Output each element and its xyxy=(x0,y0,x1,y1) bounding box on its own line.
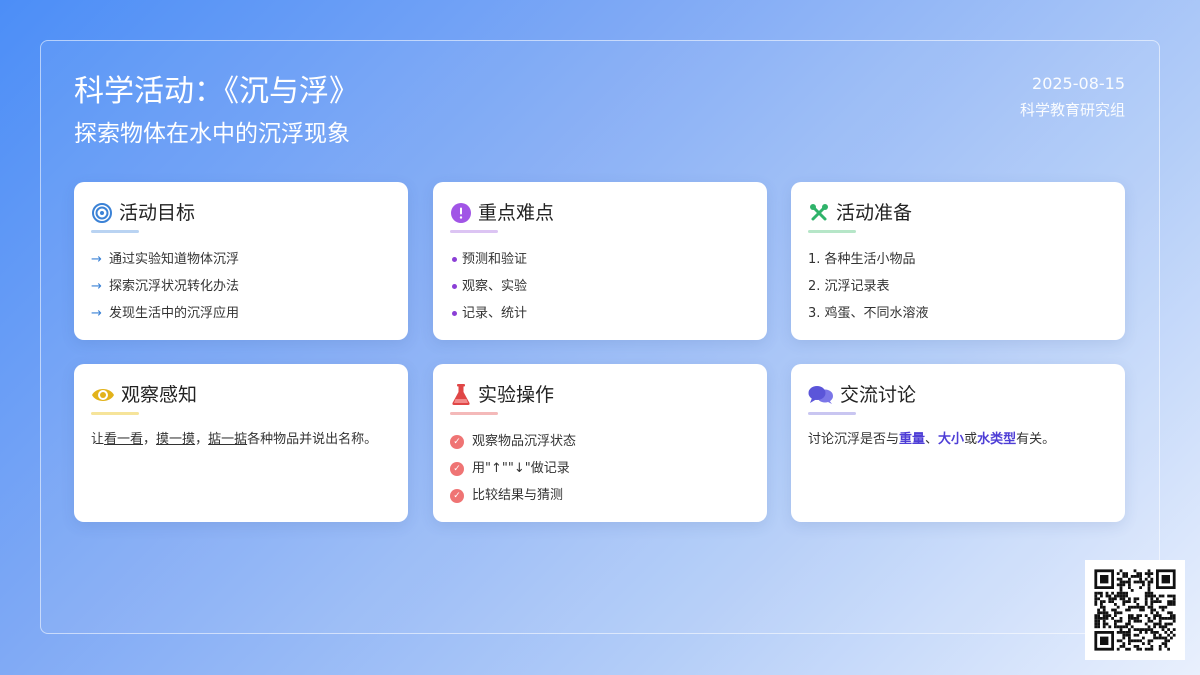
card-observe: 观察感知 让看一看，摸一摸，掂一掂各种物品并说出名称。 xyxy=(74,364,408,522)
list-item-text: 通过实验知道物体沉浮 xyxy=(109,251,240,267)
list-item: 1. 各种生活小物品 xyxy=(808,246,929,273)
list-item-text: 观察、实验 xyxy=(462,278,528,294)
card-experiment: 实验操作 ✓ 观察物品沉浮状态 ✓ 用"↑""↓"做记录 ✓ 比较结果与猜测 xyxy=(433,364,767,522)
bullet-dot-icon xyxy=(450,257,462,262)
list-item: 记录、统计 xyxy=(450,300,527,327)
eye-icon xyxy=(91,384,115,406)
title-underline xyxy=(450,230,498,233)
card-header: 观察感知 xyxy=(91,383,197,407)
list-item-text: 观察物品沉浮状态 xyxy=(472,433,577,449)
organization-label: 科学教育研究组 xyxy=(1019,101,1125,119)
title-underline xyxy=(808,230,856,233)
observe-text: 让看一看，摸一摸，掂一掂各种物品并说出名称。 xyxy=(91,432,378,447)
experiment-list: ✓ 观察物品沉浮状态 ✓ 用"↑""↓"做记录 ✓ 比较结果与猜测 xyxy=(450,428,576,509)
title-underline xyxy=(91,412,139,415)
bullet-dot-icon xyxy=(450,311,462,316)
card-header: 重点难点 xyxy=(450,201,554,225)
card-header: 交流讨论 xyxy=(808,383,916,407)
card-title: 实验操作 xyxy=(478,384,555,406)
card-title: 观察感知 xyxy=(121,384,198,406)
bullet-dot-icon xyxy=(450,284,462,289)
page-title: 科学活动：《沉与浮》 xyxy=(74,74,359,109)
highlight-term: 大小 xyxy=(938,432,965,447)
list-item-text: 用"↑""↓"做记录 xyxy=(472,460,570,476)
check-circle-icon: ✓ xyxy=(450,461,464,476)
list-item-text: 3. 鸡蛋、不同水溶液 xyxy=(808,305,929,321)
card-header: 活动目标 xyxy=(91,201,195,225)
underlined-phrase: 掂一掂 xyxy=(208,432,248,447)
list-item: ✓ 比较结果与猜测 xyxy=(450,482,576,509)
highlight-term: 重量 xyxy=(899,432,926,447)
qr-code-icon[interactable] xyxy=(1085,560,1185,660)
flask-icon xyxy=(450,384,472,406)
card-title: 重点难点 xyxy=(478,202,555,224)
card-goals: 活动目标 → 通过实验知道物体沉浮 → 探索沉浮状况转化办法 → 发现生活中的沉浮应用 xyxy=(74,182,408,340)
tools-icon xyxy=(808,202,830,224)
list-item: → 发现生活中的沉浮应用 xyxy=(91,300,239,327)
card-title: 活动准备 xyxy=(836,202,913,224)
list-item: ✓ 观察物品沉浮状态 xyxy=(450,428,576,455)
title-underline xyxy=(91,230,139,233)
discussion-text: 讨论沉浮是否与重量、大小或水类型有关。 xyxy=(808,432,1056,447)
list-item: → 探索沉浮状况转化办法 xyxy=(91,273,239,300)
arrow-right-icon: → xyxy=(91,278,102,294)
card-title: 活动目标 xyxy=(119,202,196,224)
card-discussion: 交流讨论 讨论沉浮是否与重量、大小或水类型有关。 xyxy=(791,364,1125,522)
list-item: 预测和验证 xyxy=(450,246,527,273)
list-item: → 通过实验知道物体沉浮 xyxy=(91,246,239,273)
goals-list: → 通过实验知道物体沉浮 → 探索沉浮状况转化办法 → 发现生活中的沉浮应用 xyxy=(91,246,239,327)
title-underline xyxy=(450,412,498,415)
list-item-text: 2. 沉浮记录表 xyxy=(808,278,890,294)
list-item-text: 比较结果与猜测 xyxy=(472,487,564,503)
list-item-text: 发现生活中的沉浮应用 xyxy=(109,305,240,321)
list-item-text: 预测和验证 xyxy=(462,251,528,267)
page-subtitle: 探索物体在水中的沉浮现象 xyxy=(74,121,350,147)
target-icon xyxy=(91,202,113,224)
list-item: 3. 鸡蛋、不同水溶液 xyxy=(808,300,929,327)
list-item: 2. 沉浮记录表 xyxy=(808,273,929,300)
arrow-right-icon: → xyxy=(91,305,102,321)
list-item-text: 记录、统计 xyxy=(462,305,528,321)
list-item-text: 1. 各种生活小物品 xyxy=(808,251,916,267)
underlined-phrase: 摸一摸 xyxy=(156,432,196,447)
exclamation-icon xyxy=(450,202,472,224)
arrow-right-icon: → xyxy=(91,251,102,267)
card-header: 活动准备 xyxy=(808,201,912,225)
list-item-text: 探索沉浮状况转化办法 xyxy=(109,278,240,294)
card-preparation: 活动准备 1. 各种生活小物品 2. 沉浮记录表 3. 鸡蛋、不同水溶液 xyxy=(791,182,1125,340)
check-circle-icon: ✓ xyxy=(450,434,464,449)
keypoints-list: 预测和验证 观察、实验 记录、统计 xyxy=(450,246,527,327)
card-keypoints: 重点难点 预测和验证 观察、实验 记录、统计 xyxy=(433,182,767,340)
list-item: 观察、实验 xyxy=(450,273,527,300)
chat-bubbles-icon xyxy=(808,384,834,406)
date-label: 2025-08-15 xyxy=(1032,74,1125,93)
title-underline xyxy=(808,412,856,415)
highlight-term: 水类型 xyxy=(977,432,1017,447)
card-header: 实验操作 xyxy=(450,383,554,407)
list-item: ✓ 用"↑""↓"做记录 xyxy=(450,455,576,482)
card-title: 交流讨论 xyxy=(840,384,917,406)
check-circle-icon: ✓ xyxy=(450,488,464,503)
underlined-phrase: 看一看 xyxy=(104,432,144,447)
preparation-list: 1. 各种生活小物品 2. 沉浮记录表 3. 鸡蛋、不同水溶液 xyxy=(808,246,929,327)
